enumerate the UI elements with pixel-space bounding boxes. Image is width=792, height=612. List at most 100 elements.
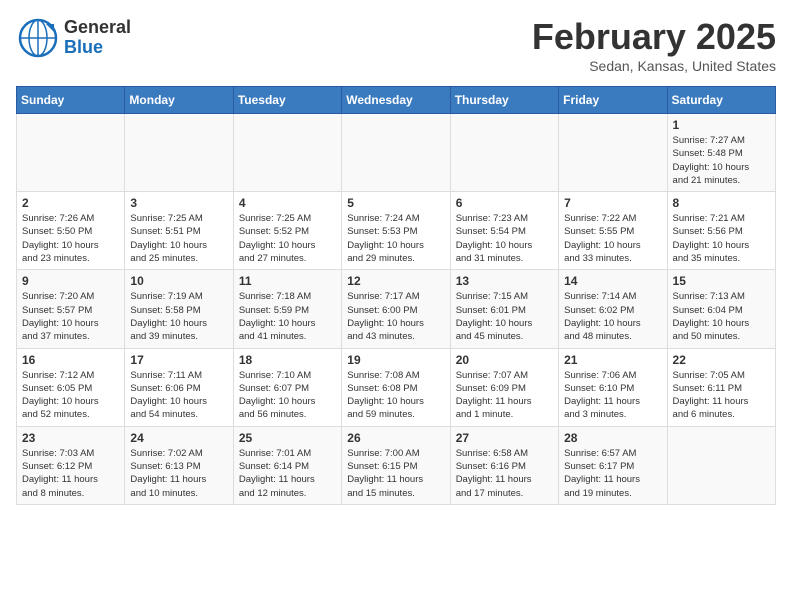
day-info: Sunrise: 7:18 AM Sunset: 5:59 PM Dayligh… bbox=[239, 290, 336, 343]
calendar-cell-w3-d6: 14Sunrise: 7:14 AM Sunset: 6:02 PM Dayli… bbox=[559, 270, 667, 348]
day-number: 19 bbox=[347, 353, 444, 367]
calendar-week-4: 16 Sunrise: 7:12 AM Sunset: 6:05 PM Dayli… bbox=[17, 348, 776, 426]
calendar-week-5: 23 Sunrise: 7:03 AM Sunset: 6:12 PM Dayli… bbox=[17, 426, 776, 504]
calendar-header-row: Sunday Monday Tuesday Wednesday Thursday… bbox=[17, 87, 776, 114]
day-number: 27 bbox=[456, 431, 553, 445]
calendar-cell-w3-d7: 15 Sunrise: 7:13 AM Sunset: 6:04 PM Dayli… bbox=[667, 270, 775, 348]
day-number: 2 bbox=[22, 196, 119, 210]
calendar-cell-w1-d4 bbox=[342, 114, 450, 192]
day-info: Sunrise: 7:07 AM Sunset: 6:09 PM Dayligh… bbox=[456, 369, 553, 422]
day-number: 8 bbox=[673, 196, 770, 210]
calendar-cell-w5-d2: 24 Sunrise: 7:02 AM Sunset: 6:13 PM Dayli… bbox=[125, 426, 233, 504]
day-number: 26 bbox=[347, 431, 444, 445]
page-header: General Blue February 2025 Sedan, Kansas… bbox=[16, 16, 776, 74]
day-number: 4 bbox=[239, 196, 336, 210]
calendar-cell-w3-d5: 13 Sunrise: 7:15 AM Sunset: 6:01 PM Dayli… bbox=[450, 270, 558, 348]
day-number: 9 bbox=[22, 274, 119, 288]
day-number: 16 bbox=[22, 353, 119, 367]
calendar-cell-w2-d2: 3 Sunrise: 7:25 AM Sunset: 5:51 PM Daylig… bbox=[125, 192, 233, 270]
header-tuesday: Tuesday bbox=[233, 87, 341, 114]
day-info: Sunrise: 7:05 AM Sunset: 6:11 PM Dayligh… bbox=[673, 369, 770, 422]
calendar-cell-w3-d4: 12Sunrise: 7:17 AM Sunset: 6:00 PM Dayli… bbox=[342, 270, 450, 348]
day-info: Sunrise: 7:22 AM Sunset: 5:55 PM Dayligh… bbox=[564, 212, 661, 265]
calendar-cell-w5-d3: 25 Sunrise: 7:01 AM Sunset: 6:14 PM Dayli… bbox=[233, 426, 341, 504]
calendar-subtitle: Sedan, Kansas, United States bbox=[532, 58, 776, 74]
header-friday: Friday bbox=[559, 87, 667, 114]
day-info: Sunrise: 7:15 AM Sunset: 6:01 PM Dayligh… bbox=[456, 290, 553, 343]
logo-icon bbox=[16, 16, 60, 60]
day-info: Sunrise: 7:10 AM Sunset: 6:07 PM Dayligh… bbox=[239, 369, 336, 422]
day-info: Sunrise: 7:06 AM Sunset: 6:10 PM Dayligh… bbox=[564, 369, 661, 422]
day-number: 1 bbox=[673, 118, 770, 132]
day-info: Sunrise: 7:08 AM Sunset: 6:08 PM Dayligh… bbox=[347, 369, 444, 422]
logo: General Blue bbox=[16, 16, 131, 60]
day-info: Sunrise: 7:01 AM Sunset: 6:14 PM Dayligh… bbox=[239, 447, 336, 500]
day-info: Sunrise: 7:19 AM Sunset: 5:58 PM Dayligh… bbox=[130, 290, 227, 343]
calendar-cell-w5-d5: 27Sunrise: 6:58 AM Sunset: 6:16 PM Dayli… bbox=[450, 426, 558, 504]
day-number: 24 bbox=[130, 431, 227, 445]
day-info: Sunrise: 7:13 AM Sunset: 6:04 PM Dayligh… bbox=[673, 290, 770, 343]
calendar-cell-w4-d2: 17 Sunrise: 7:11 AM Sunset: 6:06 PM Dayli… bbox=[125, 348, 233, 426]
day-info: Sunrise: 7:26 AM Sunset: 5:50 PM Dayligh… bbox=[22, 212, 119, 265]
calendar-cell-w5-d1: 23 Sunrise: 7:03 AM Sunset: 6:12 PM Dayli… bbox=[17, 426, 125, 504]
header-thursday: Thursday bbox=[450, 87, 558, 114]
calendar-cell-w4-d7: 22 Sunrise: 7:05 AM Sunset: 6:11 PM Dayli… bbox=[667, 348, 775, 426]
day-info: Sunrise: 7:20 AM Sunset: 5:57 PM Dayligh… bbox=[22, 290, 119, 343]
header-sunday: Sunday bbox=[17, 87, 125, 114]
day-info: Sunrise: 7:11 AM Sunset: 6:06 PM Dayligh… bbox=[130, 369, 227, 422]
day-info: Sunrise: 7:23 AM Sunset: 5:54 PM Dayligh… bbox=[456, 212, 553, 265]
day-number: 12 bbox=[347, 274, 444, 288]
day-info: Sunrise: 6:57 AM Sunset: 6:17 PM Dayligh… bbox=[564, 447, 661, 500]
calendar-cell-w2-d6: 7 Sunrise: 7:22 AM Sunset: 5:55 PM Daylig… bbox=[559, 192, 667, 270]
day-info: Sunrise: 7:03 AM Sunset: 6:12 PM Dayligh… bbox=[22, 447, 119, 500]
calendar-week-1: 1 Sunrise: 7:27 AM Sunset: 5:48 PM Daylig… bbox=[17, 114, 776, 192]
day-number: 18 bbox=[239, 353, 336, 367]
day-number: 10 bbox=[130, 274, 227, 288]
day-number: 11 bbox=[239, 274, 336, 288]
calendar-cell-w4-d1: 16 Sunrise: 7:12 AM Sunset: 6:05 PM Dayli… bbox=[17, 348, 125, 426]
day-number: 3 bbox=[130, 196, 227, 210]
calendar-cell-w2-d4: 5 Sunrise: 7:24 AM Sunset: 5:53 PM Daylig… bbox=[342, 192, 450, 270]
day-info: Sunrise: 7:02 AM Sunset: 6:13 PM Dayligh… bbox=[130, 447, 227, 500]
day-number: 6 bbox=[456, 196, 553, 210]
day-info: Sunrise: 7:25 AM Sunset: 5:51 PM Dayligh… bbox=[130, 212, 227, 265]
day-number: 5 bbox=[347, 196, 444, 210]
calendar-cell-w4-d3: 18 Sunrise: 7:10 AM Sunset: 6:07 PM Dayli… bbox=[233, 348, 341, 426]
calendar-cell-w3-d1: 9 Sunrise: 7:20 AM Sunset: 5:57 PM Daylig… bbox=[17, 270, 125, 348]
calendar-cell-w2-d3: 4 Sunrise: 7:25 AM Sunset: 5:52 PM Daylig… bbox=[233, 192, 341, 270]
day-number: 25 bbox=[239, 431, 336, 445]
day-number: 17 bbox=[130, 353, 227, 367]
day-number: 22 bbox=[673, 353, 770, 367]
calendar-cell-w1-d3 bbox=[233, 114, 341, 192]
calendar-cell-w5-d7 bbox=[667, 426, 775, 504]
calendar-cell-w1-d6 bbox=[559, 114, 667, 192]
calendar-table: Sunday Monday Tuesday Wednesday Thursday… bbox=[16, 86, 776, 505]
calendar-cell-w3-d3: 11 Sunrise: 7:18 AM Sunset: 5:59 PM Dayli… bbox=[233, 270, 341, 348]
title-block: February 2025 Sedan, Kansas, United Stat… bbox=[532, 16, 776, 74]
day-info: Sunrise: 7:21 AM Sunset: 5:56 PM Dayligh… bbox=[673, 212, 770, 265]
calendar-week-3: 9 Sunrise: 7:20 AM Sunset: 5:57 PM Daylig… bbox=[17, 270, 776, 348]
day-number: 7 bbox=[564, 196, 661, 210]
day-number: 14 bbox=[564, 274, 661, 288]
day-number: 15 bbox=[673, 274, 770, 288]
calendar-cell-w4-d5: 20 Sunrise: 7:07 AM Sunset: 6:09 PM Dayli… bbox=[450, 348, 558, 426]
calendar-cell-w1-d5 bbox=[450, 114, 558, 192]
calendar-title: February 2025 bbox=[532, 16, 776, 58]
day-info: Sunrise: 7:00 AM Sunset: 6:15 PM Dayligh… bbox=[347, 447, 444, 500]
day-info: Sunrise: 7:24 AM Sunset: 5:53 PM Dayligh… bbox=[347, 212, 444, 265]
header-monday: Monday bbox=[125, 87, 233, 114]
day-number: 13 bbox=[456, 274, 553, 288]
day-info: Sunrise: 7:25 AM Sunset: 5:52 PM Dayligh… bbox=[239, 212, 336, 265]
day-info: Sunrise: 7:27 AM Sunset: 5:48 PM Dayligh… bbox=[673, 134, 770, 187]
day-number: 28 bbox=[564, 431, 661, 445]
calendar-cell-w3-d2: 10 Sunrise: 7:19 AM Sunset: 5:58 PM Dayli… bbox=[125, 270, 233, 348]
header-wednesday: Wednesday bbox=[342, 87, 450, 114]
calendar-week-2: 2 Sunrise: 7:26 AM Sunset: 5:50 PM Daylig… bbox=[17, 192, 776, 270]
day-info: Sunrise: 7:12 AM Sunset: 6:05 PM Dayligh… bbox=[22, 369, 119, 422]
day-number: 21 bbox=[564, 353, 661, 367]
day-number: 23 bbox=[22, 431, 119, 445]
day-number: 20 bbox=[456, 353, 553, 367]
calendar-cell-w1-d2 bbox=[125, 114, 233, 192]
calendar-cell-w2-d5: 6 Sunrise: 7:23 AM Sunset: 5:54 PM Daylig… bbox=[450, 192, 558, 270]
calendar-cell-w2-d1: 2 Sunrise: 7:26 AM Sunset: 5:50 PM Daylig… bbox=[17, 192, 125, 270]
